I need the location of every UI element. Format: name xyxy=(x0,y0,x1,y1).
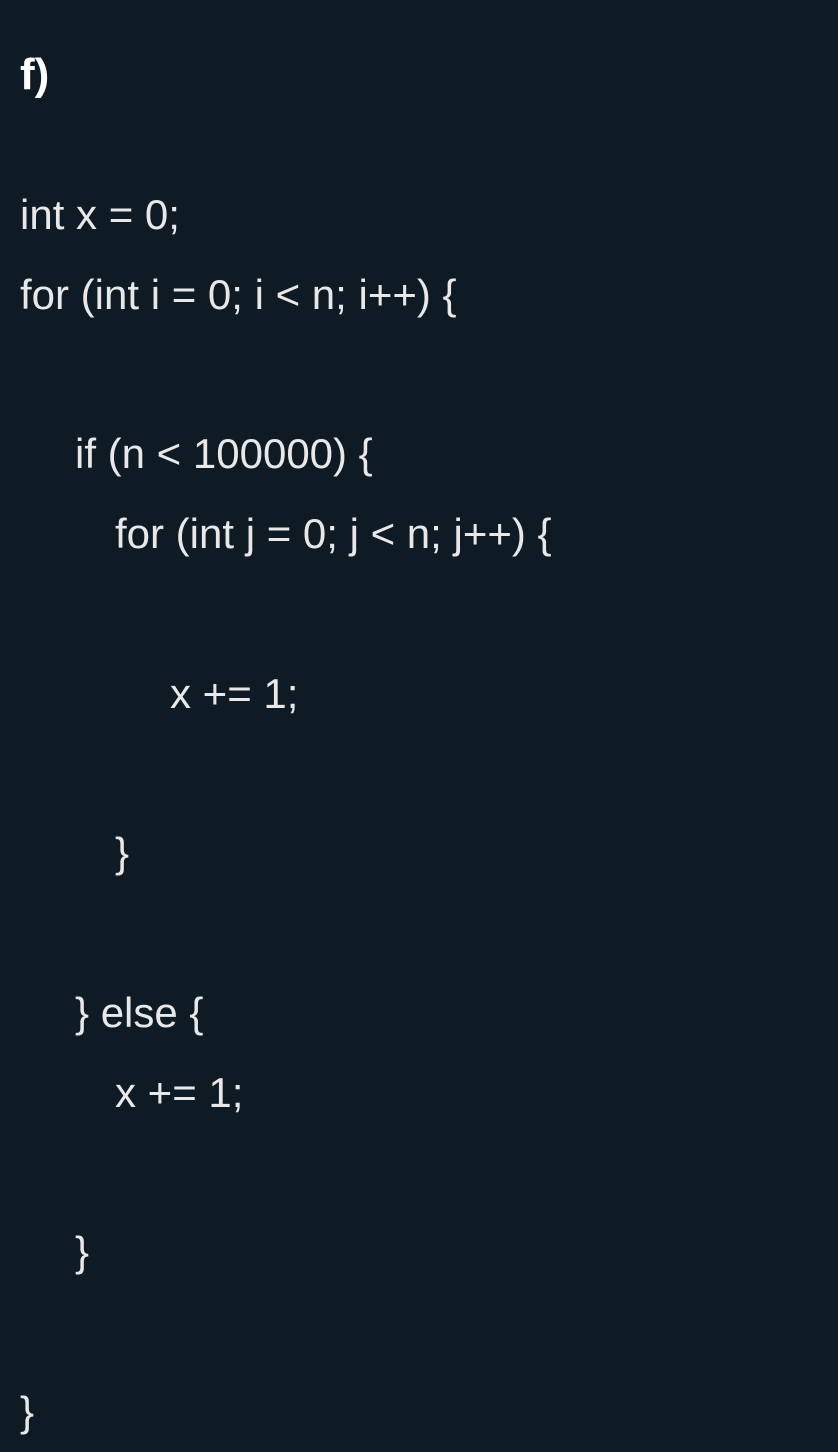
code-line-2: for (int i = 0; i < n; i++) { xyxy=(20,255,818,335)
code-line-9: } xyxy=(20,813,818,893)
code-line-4: if (n < 100000) { xyxy=(20,414,818,494)
code-line-blank xyxy=(20,574,818,654)
section-heading: f) xyxy=(20,50,818,100)
code-line-blank xyxy=(20,1292,818,1372)
code-line-5: for (int j = 0; j < n; j++) { xyxy=(20,494,818,574)
code-line-12: x += 1; xyxy=(20,1053,818,1133)
code-line-blank xyxy=(20,335,818,415)
code-line-blank xyxy=(20,1133,818,1213)
code-line-14: } xyxy=(20,1212,818,1292)
code-line-7: x += 1; xyxy=(20,654,818,734)
code-line-16: } xyxy=(20,1372,818,1452)
code-line-blank xyxy=(20,734,818,814)
code-line-blank xyxy=(20,893,818,973)
code-line-1: int x = 0; xyxy=(20,175,818,255)
code-line-11: } else { xyxy=(20,973,818,1053)
